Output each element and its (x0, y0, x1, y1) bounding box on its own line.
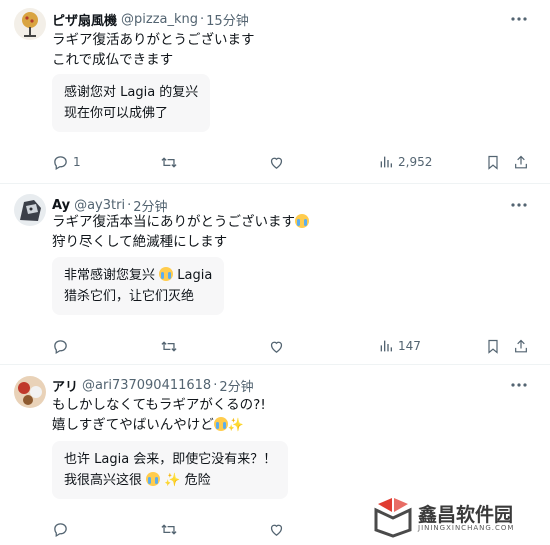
retweet-button[interactable] (160, 336, 182, 356)
sparkles-icon: ✨ (227, 418, 244, 433)
timestamp[interactable]: 2分钟 (219, 376, 253, 395)
translation-box: 感谢您对 Lagia 的复兴 现在你可以成佛了 (52, 74, 211, 132)
retweet-button[interactable] (160, 519, 182, 539)
timestamp[interactable]: 15分钟 (206, 10, 249, 29)
tweet-text: もしかしなくてもラギアがくるの?! 嬉しすぎてやばいんやけど ✨ (52, 395, 512, 436)
avatar[interactable] (14, 194, 46, 226)
retweet-icon (161, 523, 177, 535)
views-button[interactable]: 2,952 (378, 152, 432, 172)
heart-icon (270, 524, 283, 536)
avatar[interactable] (14, 376, 46, 408)
heart-icon (270, 341, 283, 353)
reply-button[interactable] (52, 336, 73, 356)
tweet-2[interactable]: Ay @ay3tri · 2分钟 ラギア復活本当にありがとうございます 狩り尽く… (0, 184, 550, 364)
tweet-text: ラギア復活本当にありがとうございます 狩り尽くして絶滅種にします (52, 212, 512, 252)
author-name[interactable]: アリ (52, 376, 78, 395)
translation-line: 现在你可以成佛了 (64, 106, 169, 121)
like-button[interactable] (268, 336, 289, 356)
views-button[interactable]: 147 (378, 336, 421, 356)
translation-box: 也许 Lagia 会来，即使它没有来？！ 我很高兴这很 ✨ 危险 (52, 441, 289, 499)
reply-icon (54, 155, 67, 170)
crying-face-icon (146, 472, 161, 486)
tweet-text-line: 狩り尽くして絶滅種にします (52, 234, 228, 250)
author-name[interactable]: ピザ扇風機 (52, 10, 117, 29)
translation-line: 非常感谢您复兴 (64, 268, 156, 283)
bookmark-button[interactable] (485, 336, 501, 356)
site-watermark: 鑫昌软件园 JININGXINCHANG.COM (372, 496, 542, 540)
author-handle[interactable]: @pizza_kng (121, 12, 198, 27)
bookmark-icon (488, 339, 498, 354)
tweet-text-line: ラギア復活ありがとうございます (52, 32, 255, 48)
translation-line: 也许 Lagia 会来，即使它没有来？！ (64, 452, 277, 467)
reply-icon (54, 522, 67, 537)
translation-line: 危险 (184, 473, 211, 488)
retweet-icon (161, 340, 177, 352)
tweet-text-line: これで成仏できます (52, 52, 174, 68)
bookmark-icon (488, 155, 498, 170)
separator-dot: · (200, 11, 205, 27)
retweet-icon (161, 156, 177, 168)
share-button[interactable] (513, 152, 529, 172)
like-button[interactable] (268, 152, 289, 172)
crying-face-icon (159, 267, 174, 281)
translation-box: 非常感谢您复兴 Lagia 猎杀它们，让它们灭绝 (52, 257, 225, 315)
tweet-text-line: もしかしなくてもラギアがくるの?! (52, 397, 266, 413)
avatar[interactable] (14, 8, 46, 40)
views-count: 2,952 (398, 155, 433, 169)
reply-button[interactable]: 1 (52, 152, 81, 172)
watermark-title: 鑫昌软件园 (418, 504, 514, 526)
more-icon[interactable] (510, 376, 528, 394)
watermark-logo (374, 498, 412, 538)
translation-line: Lagia (177, 268, 213, 283)
translation-line: 感谢您对 Lagia 的复兴 (64, 85, 199, 100)
author-handle[interactable]: @ari737090411618 (82, 378, 211, 393)
action-bar: 1 2,952 (52, 152, 532, 172)
share-icon (515, 339, 527, 352)
views-count: 147 (398, 339, 421, 353)
tweet-header: アリ @ari737090411618 · 2分钟 (52, 376, 254, 395)
sparkles-icon: ✨ (164, 473, 181, 488)
tweet-text: ラギア復活ありがとうございます これで成仏できます (52, 30, 512, 70)
share-button[interactable] (513, 336, 529, 356)
reply-count: 1 (73, 155, 81, 169)
retweet-button[interactable] (160, 152, 182, 172)
reply-icon (54, 339, 67, 354)
author-name[interactable]: Ay (52, 198, 70, 213)
analytics-icon (380, 340, 392, 352)
crying-face-icon (213, 417, 228, 431)
separator-dot: · (213, 377, 218, 393)
reply-button[interactable] (52, 519, 73, 539)
watermark-subtitle: JININGXINCHANG.COM (418, 524, 515, 532)
analytics-icon (380, 156, 392, 168)
action-bar: 147 (52, 336, 532, 356)
share-icon (515, 155, 527, 168)
heart-icon (270, 157, 283, 169)
separator-dot: · (127, 197, 132, 213)
tweet-header: ピザ扇風機 @pizza_kng · 15分钟 (52, 10, 249, 29)
tweet-1[interactable]: ピザ扇風機 @pizza_kng · 15分钟 ラギア復活ありがとうございます … (0, 0, 550, 180)
more-icon[interactable] (510, 10, 528, 28)
translation-line: 猎杀它们，让它们灭绝 (64, 289, 195, 304)
crying-face-icon (295, 214, 309, 228)
tweet-text-line: ラギア復活本当にありがとうございます (52, 214, 295, 230)
author-handle[interactable]: @ay3tri (74, 198, 125, 213)
bookmark-button[interactable] (485, 152, 501, 172)
more-icon[interactable] (510, 196, 528, 214)
tweet-text-line: 嬉しすぎてやばいんやけど (52, 417, 214, 433)
translation-line: 我很高兴这很 (64, 473, 143, 488)
like-button[interactable] (268, 519, 289, 539)
